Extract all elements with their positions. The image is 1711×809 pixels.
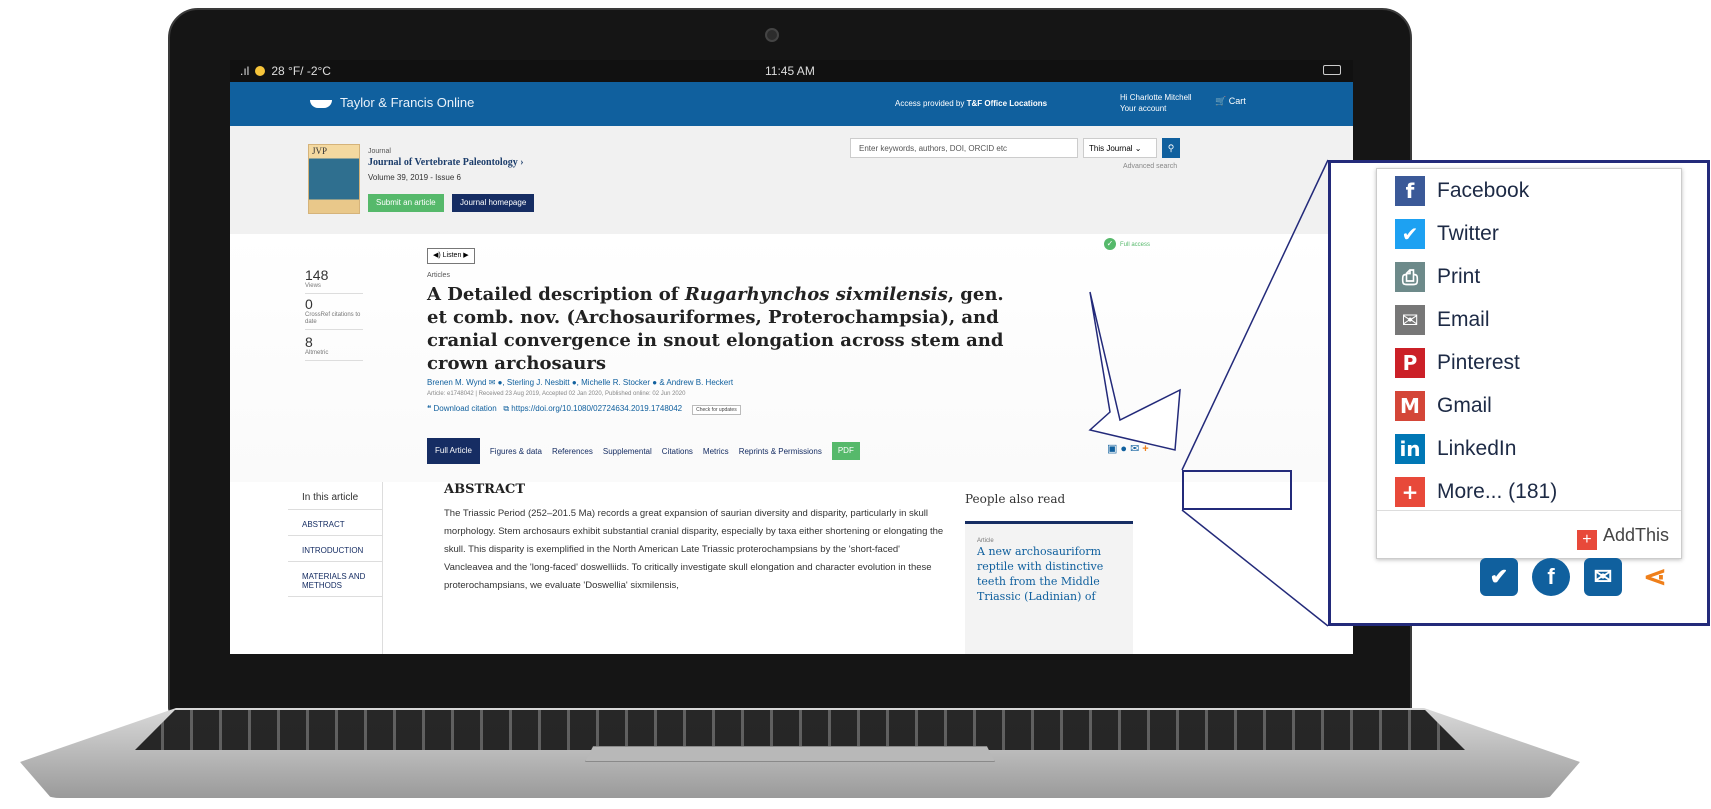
share-label: Pinterest [1437,350,1520,374]
share-twitter[interactable]: ✔ Twitter [1377,212,1681,255]
share-gmail[interactable]: M Gmail [1377,384,1681,427]
addthis-icon: + [1576,530,1597,550]
share-more[interactable]: + More... (181) [1377,470,1681,513]
share-menu: f Facebook ✔ Twitter ⎙ Print ✉ Email P Pinter… [1376,168,1682,559]
share-icon[interactable]: ⋖ [1636,558,1674,596]
share-linkedin[interactable]: in LinkedIn [1377,427,1681,470]
facebook-icon: f [1395,175,1425,206]
share-label: Facebook [1437,178,1530,202]
addthis-footer[interactable]: + AddThis [1377,510,1681,558]
plus-icon: + [1395,476,1425,507]
print-icon: ⎙ [1395,261,1425,292]
share-pinterest[interactable]: P Pinterest [1377,341,1681,384]
share-facebook[interactable]: f Facebook [1377,169,1681,212]
twitter-icon[interactable]: ✔ [1480,558,1518,596]
share-highlight-box [1182,470,1292,510]
share-label: Twitter [1437,221,1499,245]
pinterest-icon: P [1395,347,1425,378]
stage: .ıl 28 °F/ -2°C 11:45 AM Taylor & Franci… [0,0,1711,809]
facebook-icon[interactable]: f [1532,558,1570,596]
addthis-label: AddThis [1602,525,1669,545]
email-icon[interactable]: ✉ [1584,558,1622,596]
share-print[interactable]: ⎙ Print [1377,255,1681,298]
share-icons-large: ✔ f ✉ ⋖ [1480,558,1674,596]
callout-line-bottom [1181,509,1329,627]
gmail-icon: M [1395,390,1425,421]
share-label: Gmail [1437,393,1492,417]
twitter-icon: ✔ [1395,218,1425,249]
share-label: LinkedIn [1437,436,1517,460]
email-icon: ✉ [1395,304,1425,335]
linkedin-icon: in [1395,433,1425,464]
share-label: Print [1437,264,1481,288]
share-label: More... (181) [1437,479,1558,503]
share-label: Email [1437,307,1490,331]
callout-line-top [1181,159,1329,471]
share-email[interactable]: ✉ Email [1377,298,1681,341]
arrow-shape [1088,291,1181,451]
